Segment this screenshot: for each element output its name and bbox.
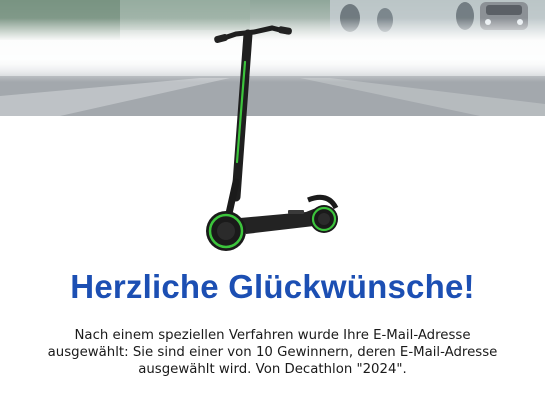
body-paragraph: Nach einem speziellen Verfahren wurde Ih… — [30, 327, 515, 378]
electric-scooter-icon — [206, 25, 339, 251]
body-line-1: Nach einem speziellen Verfahren wurde Ih… — [74, 328, 471, 343]
body-line-2: ausgewählt: Sie sind einer von 10 Gewinn… — [47, 345, 498, 360]
body-line-3: ausgewählt wird. Von Decathlon "2024". — [138, 362, 407, 377]
congratulations-headline: Herzliche Glückwünsche! — [70, 268, 475, 305]
scooter-image — [196, 22, 346, 262]
